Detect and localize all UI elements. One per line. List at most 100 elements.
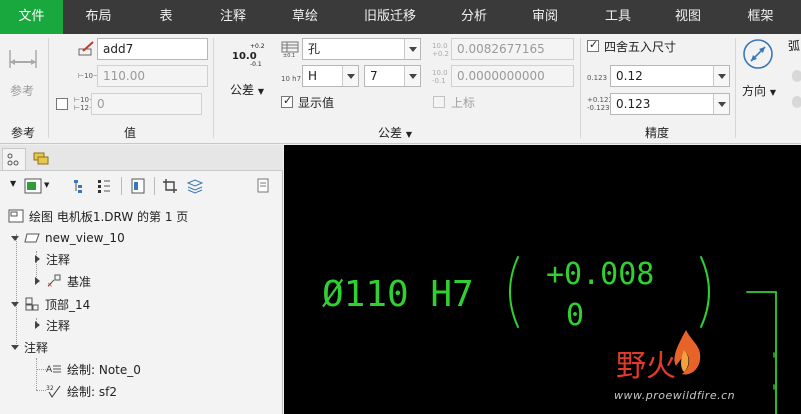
- menu-sketch[interactable]: 草绘: [268, 0, 342, 34]
- upper-tolerance-icon: 10.0 +0.2: [432, 42, 449, 58]
- round-dimension-checkbox[interactable]: [587, 38, 599, 52]
- arc-radio-2[interactable]: [792, 96, 801, 108]
- svg-text:×: ×: [47, 281, 53, 288]
- menu-file[interactable]: 文件: [0, 0, 63, 34]
- tree-columns-icon[interactable]: [96, 178, 112, 194]
- tolerance-group-title[interactable]: 公差 ▼: [378, 124, 412, 141]
- model-tree-panel: ▼ ▼ 绘图 电机板1.DRW 的第 1 页 new_view_10 注释 × …: [0, 145, 283, 414]
- dimension-name-field[interactable]: add7: [97, 38, 208, 60]
- ribbon: 参考 参考 add7 ⊢10⊣ 110.00 ⊢10⊣ ⊢12⊣ 0 值 10.0…: [0, 34, 801, 144]
- superscript-checkbox[interactable]: [433, 96, 445, 108]
- watermark-text: 野火: [616, 349, 676, 384]
- panel-tabs: [0, 145, 283, 171]
- svg-text:±0.1: ±0.1: [283, 53, 295, 57]
- value-group-title: 值: [124, 126, 137, 140]
- show-value-checkbox[interactable]: [281, 94, 293, 108]
- tree-settings-icon[interactable]: [256, 178, 272, 194]
- expand-icon[interactable]: [10, 299, 20, 309]
- reference-button[interactable]: 参考: [10, 82, 34, 99]
- menu-view[interactable]: 视图: [656, 0, 720, 34]
- direction-label: 方向: [742, 84, 767, 98]
- menu-framework[interactable]: 框架: [720, 0, 801, 34]
- tree-item-annotations-2[interactable]: 注释: [32, 315, 70, 335]
- tree-item-view-new-view-10[interactable]: new_view_10: [10, 228, 125, 248]
- chevron-down-icon[interactable]: [713, 94, 729, 114]
- drawing-sheet-icon: [8, 209, 24, 223]
- tree-item-label: new_view_10: [45, 231, 125, 245]
- tree-item-label: 注释: [46, 252, 71, 267]
- sheet-display-icon[interactable]: [24, 178, 42, 194]
- direction-button[interactable]: 方向 ▼: [742, 82, 776, 99]
- chevron-down-icon[interactable]: [342, 66, 358, 86]
- expand-icon[interactable]: [32, 320, 42, 330]
- chevron-down-icon: ▼: [769, 88, 776, 97]
- upper-tolerance-text: +0.008: [546, 257, 654, 292]
- override-value-checkbox[interactable]: [56, 98, 68, 110]
- menu-review[interactable]: 审阅: [510, 0, 580, 34]
- nominal-value-field[interactable]: 110.00: [97, 65, 208, 87]
- reference-icon: [8, 42, 38, 72]
- fit-grade-select[interactable]: 7: [364, 65, 421, 87]
- override-value-field[interactable]: 0: [91, 93, 202, 115]
- decimal-places-select[interactable]: 0.12: [610, 65, 730, 87]
- expand-icon[interactable]: [10, 233, 20, 243]
- chevron-down-icon[interactable]: ▼: [10, 179, 16, 188]
- tab-layers[interactable]: [30, 148, 54, 170]
- datum-icon: ×: [46, 274, 62, 289]
- expand-icon[interactable]: [32, 254, 42, 264]
- tree-item-drawing[interactable]: 绘图 电机板1.DRW 的第 1 页: [8, 206, 188, 226]
- layer-stack-icon[interactable]: [186, 178, 204, 194]
- sheet-icon[interactable]: [130, 178, 146, 194]
- menu-bar: 文件 布局 表 注释 草绘 旧版迁移 分析 审阅 工具 视图 框架: [0, 0, 801, 34]
- lower-tolerance-field[interactable]: 0.0000000000: [451, 65, 574, 87]
- tree-item-sf2[interactable]: 32 绘制: sf2: [46, 381, 117, 401]
- chevron-down-icon[interactable]: [404, 39, 420, 59]
- tab-tree[interactable]: [2, 148, 26, 170]
- nominal-value-icon: ⊢10⊣: [78, 72, 100, 80]
- menu-table[interactable]: 表: [134, 0, 198, 34]
- fit-class-value: H: [308, 69, 318, 83]
- tree-item-annotations-root[interactable]: 注释: [10, 337, 48, 357]
- tree-item-view-top-14[interactable]: 顶部_14: [10, 294, 90, 314]
- dimension-annotation[interactable]: Ø110 H7 +0.008 0: [284, 145, 801, 414]
- tree-icon: [7, 153, 19, 166]
- tree-item-datums[interactable]: × 基准: [32, 271, 91, 291]
- lower-tolerance-text: 0: [566, 298, 584, 333]
- tree-item-annotations[interactable]: 注释: [32, 249, 70, 269]
- lower-tolerance-icon: 10.0 -0.1: [432, 69, 448, 85]
- tolerance-table-select[interactable]: 孔: [302, 38, 421, 60]
- chevron-down-icon[interactable]: ▼: [44, 181, 49, 189]
- watermark-url: www.proewildfire.cn: [614, 389, 736, 402]
- layers-icon: [33, 152, 49, 165]
- upper-tolerance-field[interactable]: 0.0082677165: [451, 38, 574, 60]
- tolerance-decimal-select[interactable]: 0.123: [610, 93, 730, 115]
- chevron-down-icon[interactable]: [404, 66, 420, 86]
- menu-annotate[interactable]: 注释: [198, 0, 268, 34]
- crop-icon[interactable]: [162, 178, 178, 194]
- menu-analysis[interactable]: 分析: [438, 0, 510, 34]
- surface-finish-icon: 32: [46, 384, 62, 398]
- menu-tools[interactable]: 工具: [580, 0, 656, 34]
- tree-item-label: 基准: [67, 274, 92, 289]
- arc-label: 弧: [788, 39, 801, 53]
- tree-item-label: 绘制: Note_0: [67, 362, 141, 377]
- reference-group-title: 参考: [11, 126, 36, 140]
- tree-filter-icon[interactable]: [72, 178, 88, 194]
- menu-layout[interactable]: 布局: [63, 0, 134, 34]
- tree-item-label: 顶部_14: [45, 297, 91, 312]
- edit-name-icon: [78, 40, 96, 56]
- superscript-label: 上标: [451, 96, 476, 110]
- view-top-icon: [24, 297, 40, 311]
- drawing-canvas[interactable]: Ø110 H7 +0.008 0 野火 www.proewildfire.cn: [284, 145, 801, 414]
- expand-icon[interactable]: [32, 276, 42, 286]
- precision-group-title: 精度: [645, 126, 670, 140]
- tree-item-note-0[interactable]: A 绘制: Note_0: [46, 359, 141, 379]
- arc-radio-1[interactable]: [792, 70, 801, 82]
- decimal-places-icon: 0.123: [587, 74, 608, 82]
- chevron-down-icon[interactable]: [713, 66, 729, 86]
- menu-legacy-migration[interactable]: 旧版迁移: [342, 0, 438, 34]
- tolerance-button[interactable]: 公差 ▼: [230, 81, 264, 98]
- expand-icon[interactable]: [10, 342, 20, 352]
- fit-class-select[interactable]: H: [302, 65, 359, 87]
- tolerance-table-icon: ±0.1: [281, 41, 301, 59]
